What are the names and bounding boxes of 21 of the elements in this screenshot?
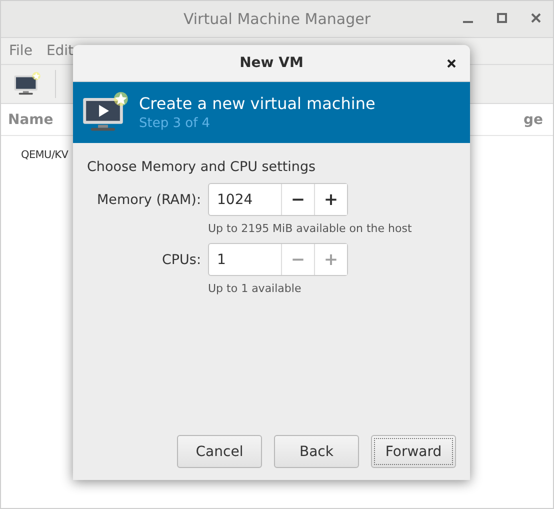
section-heading: Choose Memory and CPU settings — [87, 159, 317, 175]
table-cell: QEMU/KV — [21, 149, 68, 161]
maximize-icon[interactable] — [497, 13, 507, 23]
menu-item[interactable]: File — [9, 43, 32, 59]
menu-item[interactable]: Edit — [46, 43, 74, 59]
dialog-button[interactable]: Cancel — [177, 435, 262, 468]
spin-field[interactable]: 1024 − + — [208, 183, 348, 216]
field-label: CPUs: — [160, 252, 201, 268]
hint-text: Up to 2195 MiB available on the host — [208, 222, 413, 235]
increment-button[interactable]: + — [314, 184, 347, 215]
new-vm-icon[interactable] — [13, 72, 41, 96]
step-text: Step 3 of 4 — [139, 116, 212, 131]
window-title: Virtual Machine Manager — [182, 10, 372, 28]
dialog-button[interactable]: Forward — [371, 435, 456, 468]
monitor-icon — [81, 92, 129, 133]
dialog-title: New VM — [240, 55, 304, 71]
banner-title: Create a new virtual machine — [139, 94, 376, 113]
close-icon[interactable] — [447, 59, 456, 68]
field-label: Memory (RAM): — [96, 192, 201, 208]
dialog-button[interactable]: Back — [274, 435, 359, 468]
hint-text: Up to 1 available — [208, 282, 302, 295]
